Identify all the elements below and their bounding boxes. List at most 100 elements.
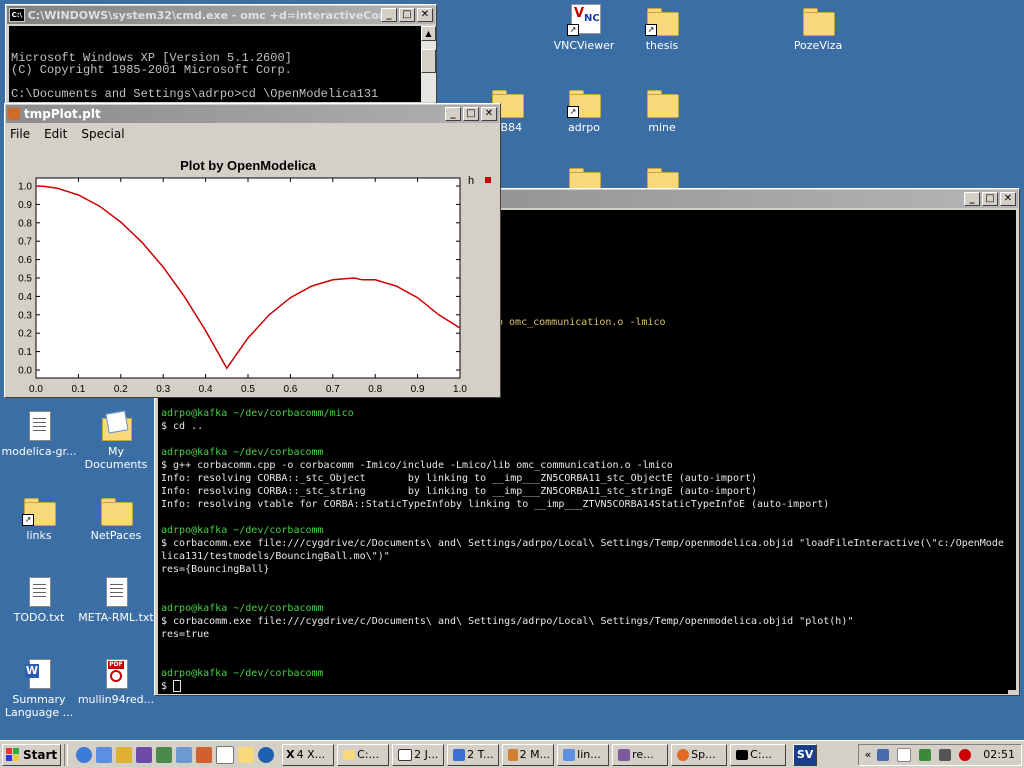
x-tick-label: 0.4 <box>199 384 213 395</box>
resize-grip[interactable] <box>1008 690 1018 694</box>
record-icon[interactable] <box>959 748 972 761</box>
taskbar-button-java[interactable]: 2 J... <box>392 743 445 766</box>
y-tick-label: 0.1 <box>18 347 32 358</box>
plot-frame <box>35 177 461 379</box>
minimize-button[interactable]: _ <box>381 8 397 22</box>
terminal-line: b omc_communication.o -lmico <box>497 317 666 328</box>
terminal-output-top: b omc_communication.o -lmico <box>497 316 666 329</box>
tray-expand-icon[interactable]: « <box>865 748 872 761</box>
plot-window[interactable]: tmpPlot.plt _ □ ✕ File Edit Special Plot… <box>4 103 501 398</box>
desktop-icon-todo-txt[interactable]: TODO.txt <box>0 576 80 624</box>
taskbar-button-t[interactable]: 2 T... <box>447 743 500 766</box>
terminal-line: adrpo@kafka ~/dev/corbacomm/mico <box>161 408 354 419</box>
y-tick-label: 0.8 <box>18 218 32 229</box>
desktop-icon-mine[interactable]: mine <box>621 86 703 134</box>
minimize-button[interactable]: _ <box>445 107 461 121</box>
floppy-icon[interactable] <box>136 746 153 763</box>
taskbar-button-m[interactable]: 2 M... <box>502 743 555 766</box>
maximize-button[interactable]: □ <box>399 8 415 22</box>
taskbar-separator <box>64 743 69 766</box>
speaker-icon[interactable] <box>939 748 952 761</box>
cmd-output[interactable]: Microsoft Windows XP [Version 5.1.2600](… <box>9 26 421 102</box>
language-indicator[interactable]: SV <box>793 743 818 766</box>
folder-icon <box>801 4 835 36</box>
menu-edit[interactable]: Edit <box>44 127 67 141</box>
folder-icon <box>645 86 679 118</box>
plot-area[interactable]: Plot by OpenModelica 0.0 0.1 0.2 0.3 0.4 0.5 0.… <box>6 146 499 396</box>
close-button[interactable]: ✕ <box>1000 192 1016 206</box>
desktop-icon-my-documents[interactable]: My Documents <box>75 410 157 471</box>
y-tick-label: 0.9 <box>18 200 32 211</box>
x-tick-label: 0.2 <box>114 384 128 395</box>
terminal-line: adrpo@kafka ~/dev/corbacomm <box>161 447 324 458</box>
pencil-icon[interactable] <box>116 746 133 763</box>
tools-icon[interactable] <box>919 748 932 761</box>
desktop-icon-label: modelica-gr... <box>1 445 77 458</box>
desktop-icon-summary-language[interactable]: W Summary Language ... <box>0 658 80 719</box>
desktop-icon-netpaces[interactable]: NetPaces <box>75 494 157 542</box>
desktop-icon-label: adrpo <box>568 121 600 134</box>
menu-special[interactable]: Special <box>81 127 124 141</box>
desktop-icon-partial[interactable] <box>621 164 703 188</box>
desktop-icon-pozeviza[interactable]: PozeViza <box>777 4 859 52</box>
close-button[interactable]: ✕ <box>481 107 497 121</box>
vnc-tray-icon[interactable] <box>897 747 912 762</box>
desktop-icon-label: links <box>26 529 52 542</box>
maximize-button[interactable]: □ <box>982 192 998 206</box>
y-tick-label: 0.2 <box>18 329 32 340</box>
close-button[interactable]: ✕ <box>417 8 433 22</box>
desktop-icon-links[interactable]: ↗ links <box>0 494 80 542</box>
cmd-titlebar[interactable]: C:\ C:\WINDOWS\system32\cmd.exe - omc +d… <box>7 6 435 24</box>
scroll-up-button[interactable]: ▲ <box>421 26 436 41</box>
terminal-line: adrpo@kafka ~/dev/corbacomm <box>161 525 324 536</box>
y-tick-label: 1.0 <box>18 182 32 193</box>
monitor-icon[interactable] <box>877 748 890 761</box>
folder-icon: ↗ <box>22 494 56 526</box>
sp-icon <box>677 748 690 761</box>
start-button[interactable]: Start <box>2 743 62 766</box>
folder-icon: ↗ <box>645 4 679 36</box>
x-tick-label: 0.3 <box>156 384 170 395</box>
text-file-icon <box>22 576 56 608</box>
network-icon[interactable] <box>156 746 173 763</box>
taskbar-button-xterm[interactable]: X4 X... <box>282 743 335 766</box>
desktop-icon-mullin94red[interactable]: PDF mullin94red... <box>75 658 157 706</box>
minimize-button[interactable]: _ <box>964 192 980 206</box>
calendar-icon[interactable] <box>216 745 235 764</box>
cmd-window[interactable]: C:\ C:\WINDOWS\system32\cmd.exe - omc +d… <box>5 4 437 104</box>
scissors-icon[interactable] <box>196 746 213 763</box>
outlook-icon[interactable] <box>96 746 113 763</box>
terminal-line: $ <box>161 680 1004 693</box>
x-tick-label: 0.1 <box>71 384 85 395</box>
terminal-line: Info: resolving CORBA::_stc_Object by li… <box>161 473 758 484</box>
plot-titlebar[interactable]: tmpPlot.plt _ □ ✕ <box>6 105 499 123</box>
desktop-icon-thesis[interactable]: ↗ thesis <box>621 4 703 52</box>
scroll-thumb[interactable] <box>421 49 436 73</box>
clock[interactable]: 02:51 <box>983 748 1015 761</box>
desktop-icon-partial[interactable] <box>543 164 625 188</box>
terminal-line: res=true <box>161 629 210 640</box>
taskbar: Start X4 X... C:... 2 J... 2 T... 2 M...… <box>0 740 1024 768</box>
internet-explorer-icon[interactable] <box>76 746 93 763</box>
y-tick-label: 0.7 <box>18 237 32 248</box>
desktop-icon-meta-rml-txt[interactable]: META-RML.txt <box>75 576 157 624</box>
cmd-output-lines: Microsoft Windows XP [Version 5.1.2600](… <box>9 50 421 102</box>
taskbar-button-explorer[interactable]: C:... <box>337 743 390 766</box>
desktop-icon-adrpo[interactable]: ↗ adrpo <box>543 86 625 134</box>
cmd-scrollbar[interactable]: ▲ <box>421 26 436 102</box>
folder-icon[interactable] <box>238 746 255 763</box>
taskbar-button-re[interactable]: re... <box>612 743 669 766</box>
taskbar-button-sp[interactable]: Sp... <box>671 743 728 766</box>
document-icon[interactable] <box>176 746 193 763</box>
menu-file[interactable]: File <box>10 127 30 141</box>
desktop-icon-modelica-gr[interactable]: modelica-gr... <box>0 410 80 458</box>
maximize-button[interactable]: □ <box>463 107 479 121</box>
desktop-icon-vncviewer[interactable]: V NC ↗ VNCViewer <box>543 4 625 52</box>
cmd-line: C:\Documents and Settings\adrpo>cd \Open… <box>11 87 379 101</box>
terminal-line: Info: resolving CORBA::_stc_string by li… <box>161 486 758 497</box>
taskbar-button-cmd[interactable]: C:... <box>730 743 787 766</box>
taskbar-button-lin[interactable]: lin... <box>557 743 610 766</box>
globe-icon[interactable] <box>258 746 275 763</box>
